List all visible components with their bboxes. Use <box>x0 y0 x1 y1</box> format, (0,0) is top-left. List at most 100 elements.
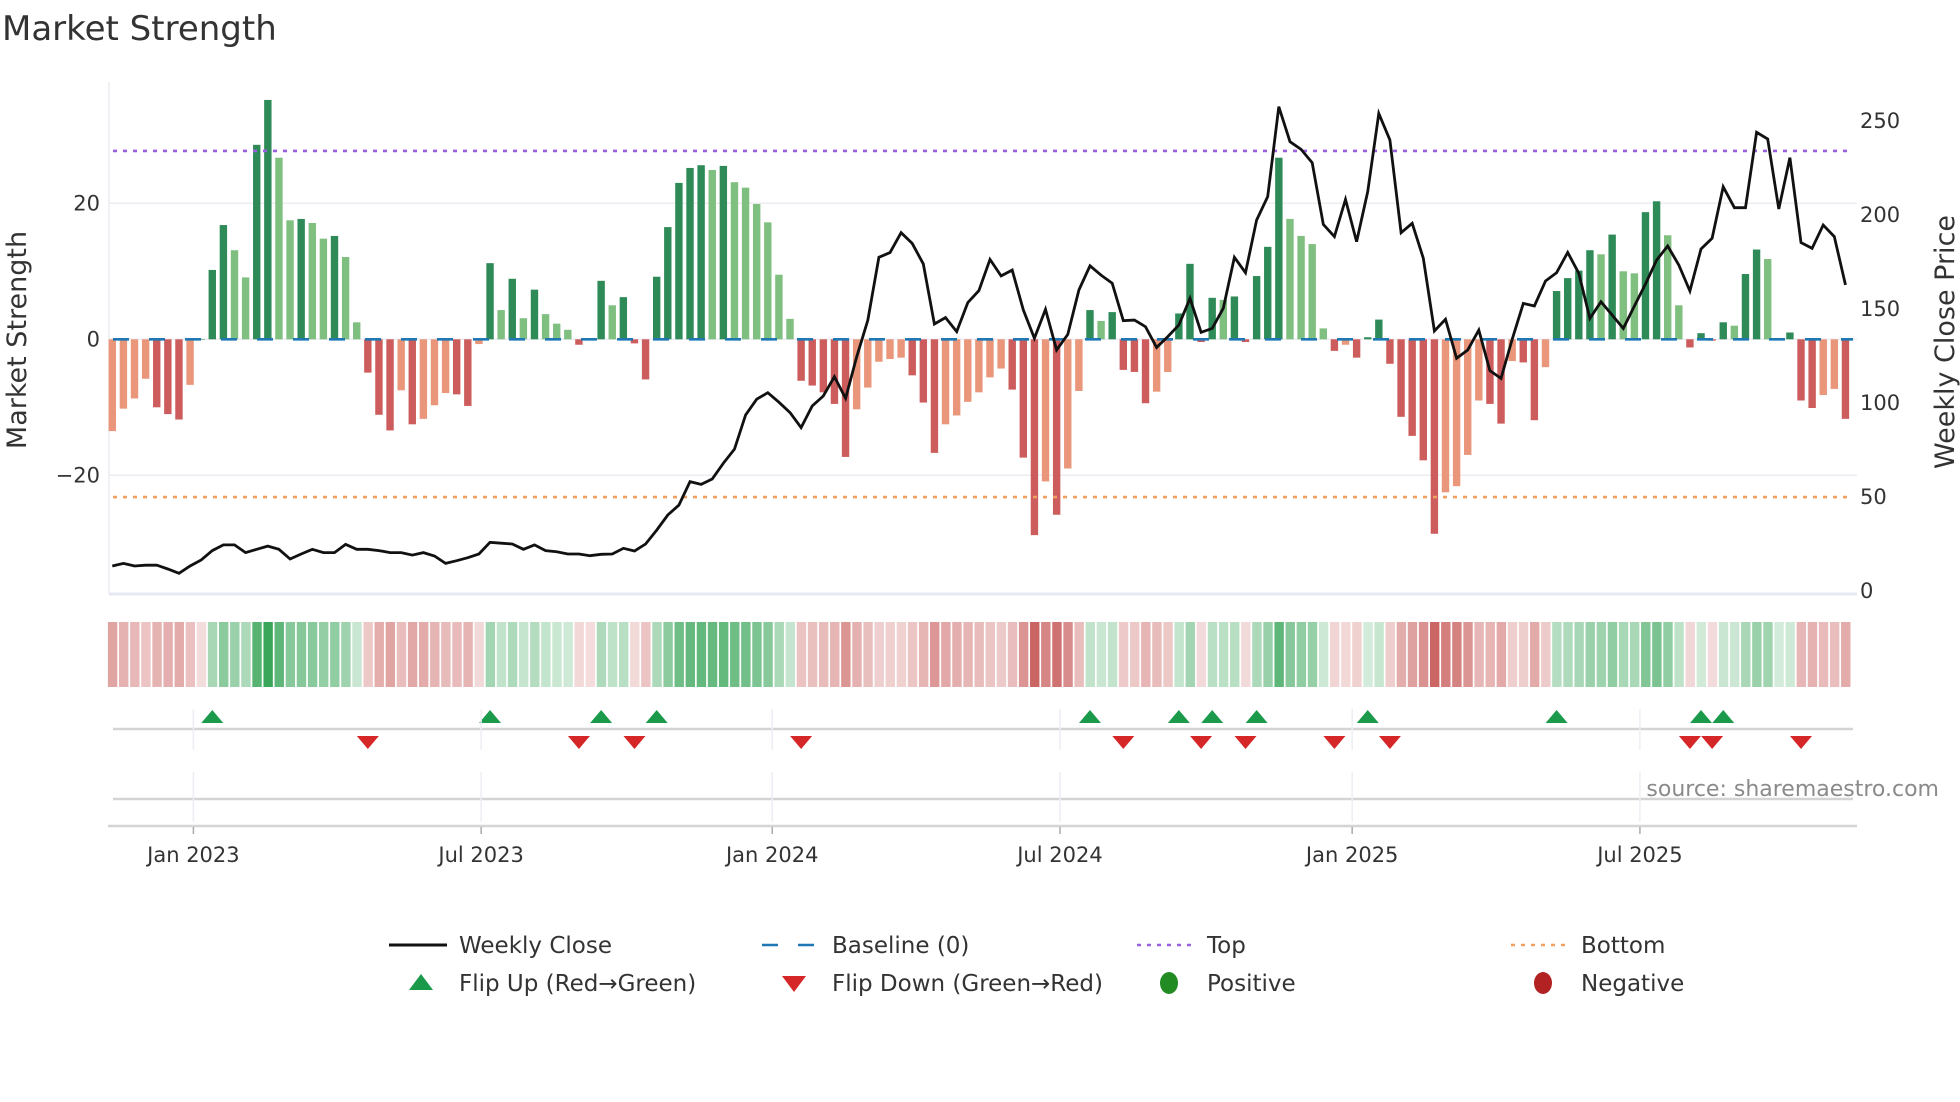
heatmap-cell <box>1741 622 1751 687</box>
heatmap-cell <box>818 622 829 687</box>
flip-up-marker <box>479 710 502 723</box>
strength-bar <box>952 339 961 416</box>
market-strength-chart: Market Strength −20020050100150200250 Ja… <box>2 9 1960 997</box>
heatmap-cell <box>530 622 540 687</box>
heatmap-cell <box>1718 622 1729 687</box>
strength-bar <box>1108 312 1116 340</box>
strength-bar <box>830 339 839 404</box>
flip-down-marker <box>356 736 379 749</box>
heatmap-cell <box>785 622 796 687</box>
heatmap-cell <box>1096 622 1107 687</box>
heatmap-cell <box>463 622 473 687</box>
strength-bar <box>997 339 1005 369</box>
heatmap-cell <box>363 622 373 687</box>
heatmap-cell <box>585 622 596 687</box>
strength-bar <box>1475 339 1483 401</box>
strength-bar <box>1319 328 1327 340</box>
strength-bar <box>1419 339 1427 461</box>
heatmap-cell <box>1296 622 1307 687</box>
strength-bar <box>119 339 128 409</box>
strength-bar <box>730 182 739 340</box>
heatmap-cell <box>963 622 973 687</box>
heatmap-cell <box>1241 622 1251 687</box>
heatmap-cell <box>1685 622 1695 687</box>
heatmap-cell <box>1696 622 1707 687</box>
flip-up-marker <box>1245 710 1268 723</box>
legend-triangle-up-icon <box>409 974 433 990</box>
heatmap-cell <box>141 622 151 687</box>
heatmap-cell <box>474 622 484 687</box>
strength-bar <box>941 339 950 425</box>
strength-bar <box>1130 339 1139 372</box>
strength-bar <box>1208 297 1216 340</box>
strength-bar <box>330 235 339 340</box>
heatmap-cell <box>1707 622 1718 687</box>
heatmap-cell <box>1163 622 1173 687</box>
strength-bar <box>1119 339 1128 370</box>
strength-bar <box>308 223 316 340</box>
heatmap-cell <box>1507 622 1518 687</box>
y2-tick-label: 150 <box>1860 297 1900 321</box>
strength-bar <box>1030 339 1039 536</box>
strength-bar <box>1430 339 1439 534</box>
strength-bar <box>497 310 505 340</box>
strength-bar <box>1552 291 1561 340</box>
flip-down-marker <box>623 736 646 749</box>
heatmap-cell <box>518 622 529 687</box>
heatmap-cell <box>1352 622 1362 687</box>
strength-bar <box>486 263 494 340</box>
strength-bar <box>697 165 705 340</box>
heatmap-cell <box>918 622 929 687</box>
flip-up-marker <box>645 710 668 723</box>
strength-bar <box>1330 339 1339 351</box>
heatmap-cell <box>1374 622 1384 687</box>
heatmap-cell <box>630 622 640 687</box>
strength-bar <box>1008 339 1016 390</box>
heatmap-cell <box>318 622 329 687</box>
strength-bar <box>1386 339 1394 364</box>
strength-bar <box>564 329 572 340</box>
legend-label: Top <box>1206 933 1246 959</box>
source-credit: source: sharemaestro.com <box>1646 777 1939 802</box>
heatmap-cell <box>1552 622 1562 687</box>
strength-bar <box>1752 249 1761 340</box>
strength-bar <box>153 339 161 408</box>
strength-bar <box>641 339 650 380</box>
strength-bar <box>1352 339 1361 358</box>
heatmap-cell <box>1007 622 1018 687</box>
heatmap-cell <box>1030 622 1040 687</box>
strength-bar <box>1730 325 1739 340</box>
strength-bar <box>141 339 150 379</box>
strength-bar <box>286 220 294 340</box>
heatmap-cell <box>1607 622 1618 687</box>
flip-down-marker <box>1790 736 1813 749</box>
flip-down-marker <box>567 736 590 749</box>
strength-bar <box>264 99 272 340</box>
legend-triangle-down-icon <box>782 976 806 992</box>
heatmap-cell <box>1629 622 1640 687</box>
heatmap-cell <box>241 622 251 687</box>
heatmap-cell <box>1763 622 1773 687</box>
heatmap-cell <box>707 622 718 687</box>
heatmap-cell <box>1463 622 1473 687</box>
flip-up-marker <box>1545 710 1568 723</box>
legend-circle-icon <box>1534 972 1552 994</box>
legend-item: Weekly Close <box>389 933 612 959</box>
strength-bar <box>1441 339 1450 493</box>
heatmap-cell <box>1841 622 1851 687</box>
heatmap-cell <box>696 622 707 687</box>
heatmap-cell <box>563 622 573 687</box>
heatmap-cell <box>574 622 584 687</box>
strength-bar <box>419 339 428 419</box>
heatmap-cell <box>907 622 918 687</box>
strength-bar <box>1308 244 1316 340</box>
heatmap-cell <box>296 622 307 687</box>
heatmap-cell <box>119 622 129 687</box>
heatmap-cell <box>1107 622 1118 687</box>
strength-bars <box>108 99 1850 536</box>
x-tick-label: Jan 2024 <box>724 843 819 867</box>
heatmap-cell <box>1496 622 1507 687</box>
strength-bar <box>441 339 450 394</box>
flip-down-marker <box>790 736 813 749</box>
heatmap-cell <box>1263 622 1273 687</box>
